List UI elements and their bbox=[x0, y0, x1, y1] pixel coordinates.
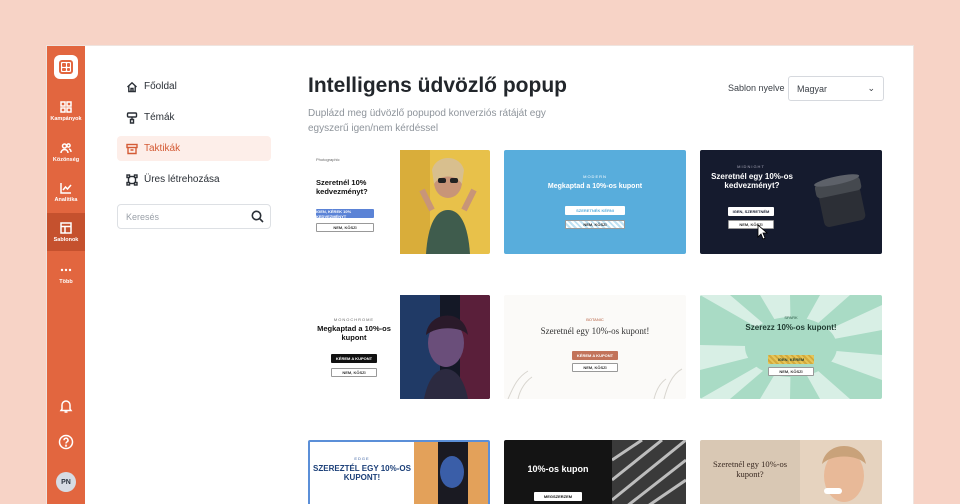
cream-jar-photo bbox=[814, 174, 866, 227]
template-card[interactable]: MIDNIGHT Szeretnél egy 10%-os kedvezmény… bbox=[700, 150, 882, 254]
sidebar-item-create-blank[interactable]: Üres létrehozása bbox=[117, 167, 271, 192]
bell-icon bbox=[59, 400, 73, 413]
rail-item-label: Sablonok bbox=[53, 236, 79, 243]
more-icon bbox=[60, 268, 72, 271]
secondary-sidebar: Főoldal Témák Taktikák Üres létrehozása … bbox=[117, 74, 271, 229]
card-secondary-button: NEM, KÖSZI bbox=[768, 367, 814, 376]
woman-neon-photo bbox=[400, 295, 490, 399]
card-headline: Szeretnél 10% kedvezményt? bbox=[316, 178, 368, 196]
card-brand: EDGE bbox=[354, 456, 370, 461]
rail-item-label: Kampányok bbox=[50, 115, 82, 122]
template-language-value: Magyar bbox=[797, 83, 828, 94]
grid-icon bbox=[60, 100, 72, 113]
help-button[interactable] bbox=[58, 434, 74, 450]
card-headline: Szeretnél egy 10%-os kedvezményt? bbox=[711, 172, 793, 191]
template-card[interactable]: SPARK Szerezz 10%-os kupont! IGEN, KÉREM… bbox=[700, 295, 882, 399]
card-headline: Megkaptad a 10%-os kupont bbox=[317, 324, 391, 342]
nav-rail: Kampányok Közönség Analitika Sablonok Tö… bbox=[47, 46, 85, 504]
card-headline: Szerezz 10%-os kupont! bbox=[745, 323, 837, 332]
card-primary-button: IGEN, KÉREK 10% KEDVEZMÉNYT bbox=[316, 209, 374, 219]
rail-item-label: Analitika bbox=[54, 196, 78, 203]
template-card[interactable]: MODERN Megkaptad a 10%-os kupont SZERETN… bbox=[504, 150, 686, 254]
sidebar-item-label: Főoldal bbox=[144, 81, 177, 92]
search-icon[interactable] bbox=[251, 210, 264, 223]
botanic-decoration bbox=[507, 368, 683, 399]
card-brand: MONOCHROME bbox=[333, 317, 375, 322]
notifications-button[interactable] bbox=[58, 398, 74, 414]
search-placeholder: Keresés bbox=[126, 211, 160, 222]
archive-icon bbox=[126, 143, 138, 154]
card-primary-button: KÉREM A KUPONT bbox=[331, 354, 377, 363]
card-headline: Szeretnél egy 10%-os kupont! bbox=[540, 326, 650, 336]
template-card[interactable]: BOTANIC Szeretnél egy 10%-os kupont! KÉR… bbox=[504, 295, 686, 399]
template-card[interactable]: Photographic Szeretnél 10% kedvezményt? … bbox=[308, 150, 490, 254]
rail-item-label: Közönség bbox=[52, 156, 80, 163]
sidebar-item-themes[interactable]: Témák bbox=[117, 105, 271, 130]
template-card[interactable]: EDGE SZEREZTÉL EGY 10%-OS KUPONT! bbox=[308, 440, 490, 504]
card-brand: SPARK bbox=[784, 315, 798, 320]
card-headline: 10%-os kupon bbox=[527, 464, 589, 474]
card-brand: BOTANIC bbox=[586, 317, 604, 322]
sidebar-item-tactics[interactable]: Taktikák bbox=[117, 136, 271, 161]
rail-item-audience[interactable]: Közönség bbox=[47, 133, 85, 171]
rail-item-templates[interactable]: Sablonok bbox=[47, 213, 85, 251]
template-language-label: Sablon nyelve bbox=[728, 83, 785, 93]
brush-icon bbox=[126, 111, 138, 124]
page-subtitle: Duplázd meg üdvözlő popupod konverziós r… bbox=[308, 108, 546, 134]
card-primary-button: IGEN, SZERETNÉM bbox=[728, 207, 774, 216]
card-brand: MIDNIGHT bbox=[737, 164, 765, 169]
rail-item-label: Több bbox=[59, 278, 73, 285]
page-title: Intelligens üdvözlő popup bbox=[308, 74, 567, 97]
help-icon bbox=[58, 434, 74, 450]
rail-item-campaigns[interactable]: Kampányok bbox=[47, 92, 85, 130]
users-icon bbox=[60, 142, 72, 153]
card-secondary-button: NEM, KÖSZI bbox=[316, 223, 374, 232]
man-portrait-photo bbox=[414, 442, 488, 504]
woman-sunglasses-photo bbox=[400, 150, 490, 254]
app-window: Kampányok Közönség Analitika Sablonok Tö… bbox=[47, 46, 913, 504]
card-brand: Photographic bbox=[316, 157, 340, 162]
sidebar-item-label: Üres létrehozása bbox=[144, 174, 220, 185]
template-card[interactable]: Szeretnél egy 10%-os kupont? bbox=[700, 440, 882, 504]
chart-icon bbox=[60, 182, 72, 194]
card-primary-button: SZERETNÉK KÉRNI bbox=[565, 206, 625, 215]
template-language-select[interactable]: Magyar ⌄ bbox=[788, 76, 884, 101]
avatar[interactable]: PN bbox=[56, 472, 76, 492]
sidebar-item-label: Taktikák bbox=[144, 143, 181, 154]
template-card[interactable]: 10%-os kupon MEGSZERZEM bbox=[504, 440, 686, 504]
card-secondary-button: NEM, KÖSZI bbox=[331, 368, 377, 377]
card-headline: Szeretnél egy 10%-os kupont? bbox=[712, 459, 788, 479]
card-primary-button: IGEN, KÉREM bbox=[768, 355, 814, 364]
palm-leaf-photo bbox=[612, 440, 686, 504]
card-headline: Megkaptad a 10%-os kupont bbox=[547, 183, 643, 190]
cursor-icon bbox=[757, 224, 769, 240]
card-secondary-button: NEM, KÖSZI bbox=[565, 220, 625, 229]
card-brand: MODERN bbox=[583, 174, 607, 179]
sunburst-background bbox=[700, 295, 882, 399]
woman-skincare-photo bbox=[800, 440, 882, 504]
rail-item-more[interactable]: Több bbox=[47, 255, 85, 293]
home-icon bbox=[127, 81, 137, 92]
card-primary-button: MEGSZERZEM bbox=[534, 492, 582, 501]
chevron-down-icon: ⌄ bbox=[867, 83, 875, 93]
frame-icon bbox=[126, 173, 138, 186]
search-input[interactable]: Keresés bbox=[117, 204, 271, 229]
card-headline: SZEREZTÉL EGY 10%-OS KUPONT! bbox=[313, 464, 411, 483]
app-logo[interactable] bbox=[54, 55, 78, 79]
template-card[interactable]: MONOCHROME Megkaptad a 10%-os kupont KÉR… bbox=[308, 295, 490, 399]
sidebar-item-label: Témák bbox=[144, 112, 175, 123]
template-icon bbox=[60, 221, 72, 234]
rail-item-analytics[interactable]: Analitika bbox=[47, 173, 85, 211]
sidebar-item-home[interactable]: Főoldal bbox=[117, 74, 271, 99]
